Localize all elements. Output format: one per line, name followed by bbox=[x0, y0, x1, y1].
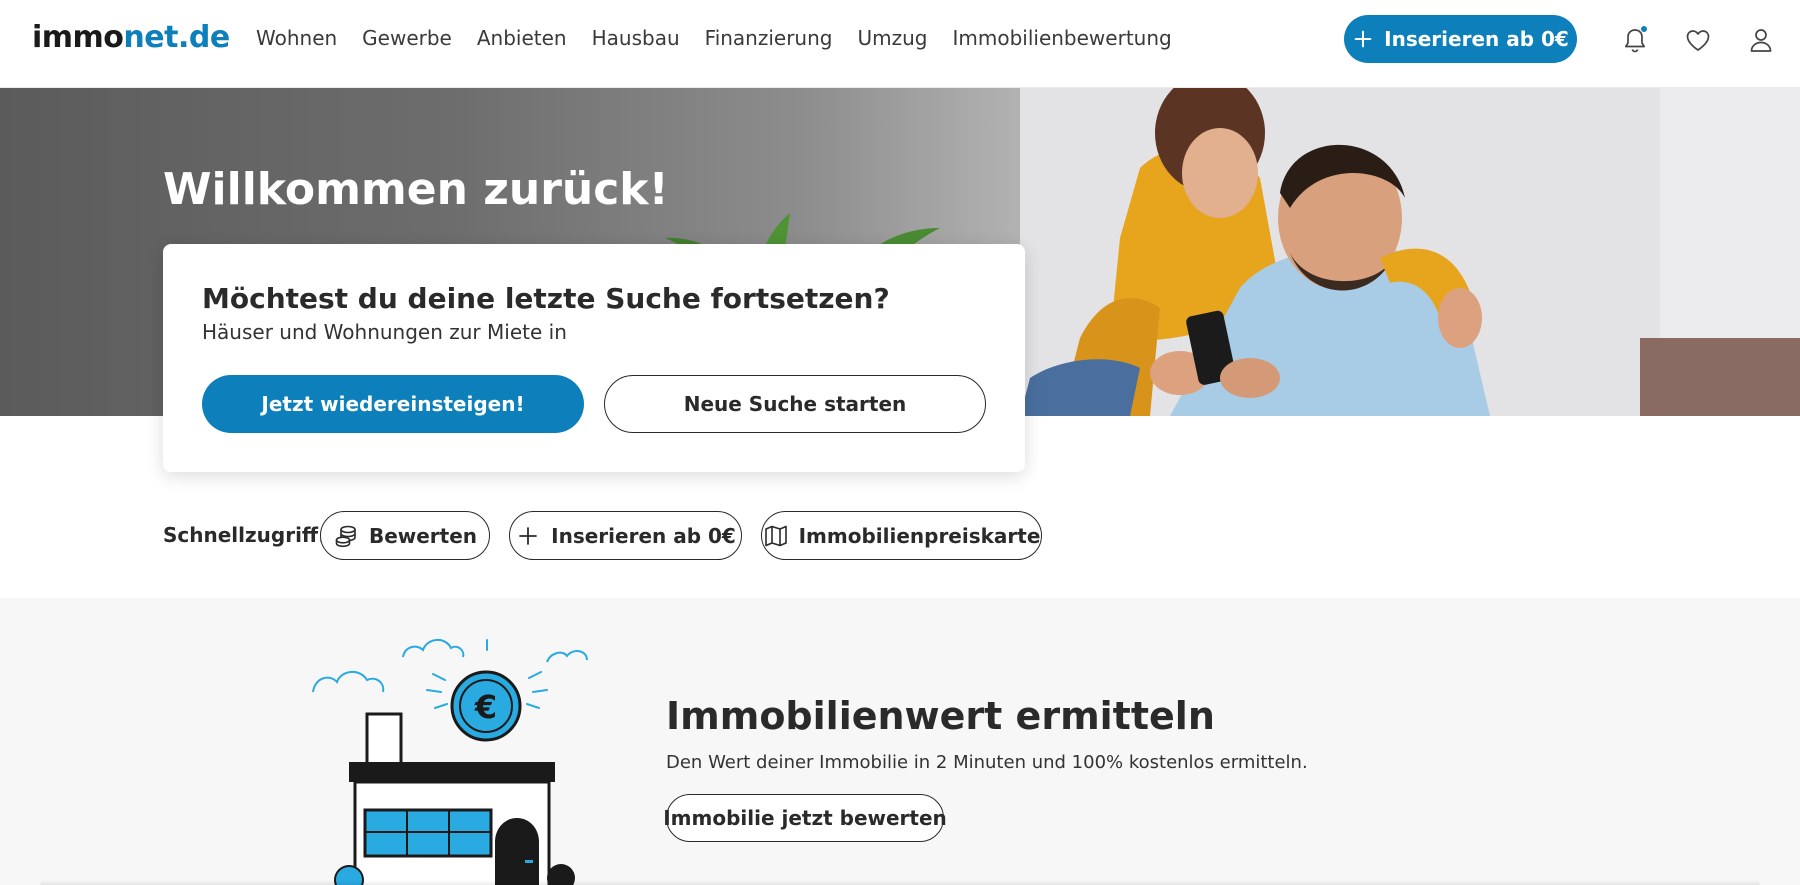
nav-item-hausbau[interactable]: Hausbau bbox=[592, 26, 680, 50]
quick-access-label: Schnellzugriff: bbox=[163, 523, 327, 547]
logo-part-immo: immo bbox=[32, 20, 124, 55]
notification-dot bbox=[1640, 25, 1648, 33]
logo-part-net: net bbox=[123, 20, 178, 55]
insert-listing-label: Inserieren ab 0€ bbox=[1384, 27, 1569, 51]
nav-item-umzug[interactable]: Umzug bbox=[857, 26, 927, 50]
logo-part-de: .de bbox=[177, 20, 230, 55]
plus-icon bbox=[519, 526, 538, 545]
quick-chip-preiskarte[interactable]: Immobilienpreiskarte bbox=[761, 511, 1042, 560]
nav-item-immobilienbewertung[interactable]: Immobilienbewertung bbox=[952, 26, 1171, 50]
resume-search-button[interactable]: Jetzt wiedereinsteigen! bbox=[202, 375, 584, 433]
nav-item-gewerbe[interactable]: Gewerbe bbox=[362, 26, 452, 50]
bell-icon[interactable] bbox=[1620, 25, 1650, 55]
nav-item-wohnen[interactable]: Wohnen bbox=[256, 26, 337, 50]
map-icon bbox=[764, 525, 787, 546]
valuation-section: € Immobilienwert ermitteln Den Wert dein… bbox=[0, 598, 1800, 885]
insert-listing-button[interactable]: Inserieren ab 0€ bbox=[1344, 15, 1577, 63]
card-subtitle: Häuser und Wohnungen zur Miete in bbox=[202, 320, 567, 344]
quick-chip-bewerten[interactable]: Bewerten bbox=[320, 511, 490, 560]
house-coin-illustration: € bbox=[312, 639, 588, 885]
card-title: Möchtest du deine letzte Suche fortsetze… bbox=[202, 282, 890, 315]
content-card-edge bbox=[40, 880, 1760, 885]
quick-chip-inserieren[interactable]: Inserieren ab 0€ bbox=[509, 511, 742, 560]
plus-icon bbox=[1354, 30, 1372, 48]
valuate-property-button[interactable]: Immobilie jetzt bewerten bbox=[663, 794, 947, 842]
immonet-logo[interactable]: immonet.de bbox=[32, 20, 230, 55]
coins-icon bbox=[335, 525, 356, 547]
quick-chip-preiskarte-label: Immobilienpreiskarte bbox=[798, 523, 1041, 548]
main-nav: Wohnen Gewerbe Anbieten Hausbau Finanzie… bbox=[256, 26, 1172, 50]
nav-item-finanzierung[interactable]: Finanzierung bbox=[705, 26, 833, 50]
welcome-title: Willkommen zurück! bbox=[163, 164, 669, 215]
hero-couple-photo bbox=[1020, 88, 1800, 416]
valuation-title: Immobilienwert ermitteln bbox=[666, 694, 1215, 738]
site-header: immonet.de Wohnen Gewerbe Anbieten Hausb… bbox=[0, 0, 1800, 88]
new-search-button[interactable]: Neue Suche starten bbox=[604, 375, 986, 433]
nav-item-anbieten[interactable]: Anbieten bbox=[477, 26, 567, 50]
resume-search-card: Möchtest du deine letzte Suche fortsetze… bbox=[163, 244, 1025, 472]
valuation-description: Den Wert deiner Immobilie in 2 Minuten u… bbox=[666, 752, 1308, 773]
quick-chip-inserieren-label: Inserieren ab 0€ bbox=[551, 523, 736, 548]
quick-chip-bewerten-label: Bewerten bbox=[368, 523, 478, 548]
user-icon[interactable] bbox=[1746, 25, 1776, 55]
heart-icon[interactable] bbox=[1683, 25, 1713, 55]
coin-euro-symbol: € bbox=[474, 688, 497, 726]
